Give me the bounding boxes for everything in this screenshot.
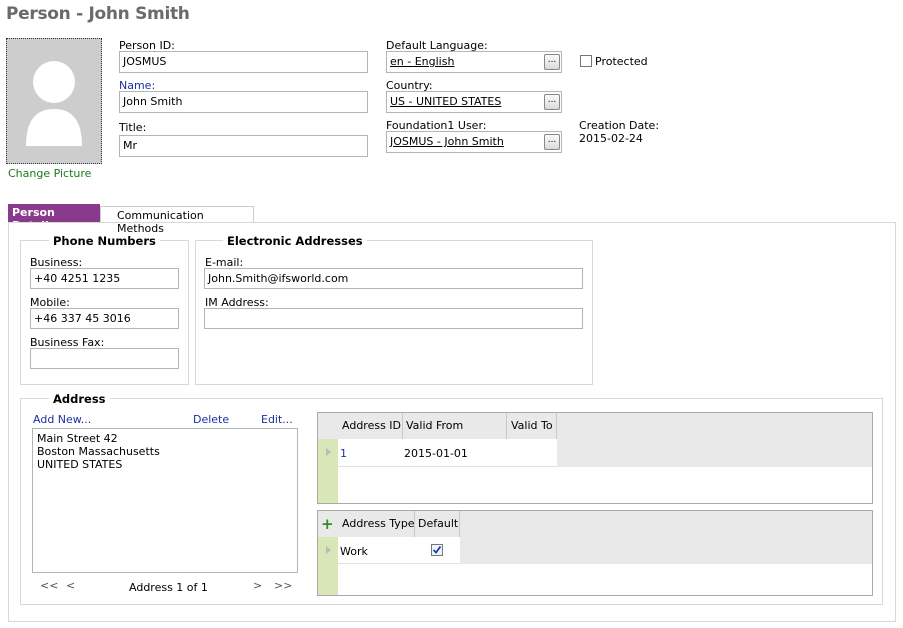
column-header-address-id[interactable]: Address ID	[342, 413, 401, 439]
default-language-lov-button[interactable]: ...	[544, 54, 560, 70]
checkmark-icon	[432, 545, 442, 554]
column-header-valid-to[interactable]: Valid To	[511, 413, 553, 439]
protected-label: Protected	[595, 55, 648, 68]
country-lov-button[interactable]: ...	[544, 94, 560, 110]
title-field[interactable]: Mr	[119, 135, 368, 157]
cell-address-type: Work	[340, 545, 368, 558]
country-field[interactable]: US - UNITED STATES ...	[386, 91, 562, 113]
business-fax-field[interactable]	[30, 348, 179, 369]
default-language-value: en - English	[390, 55, 455, 68]
country-value: US - UNITED STATES	[390, 95, 502, 108]
creation-date-label: Creation Date:	[579, 119, 660, 132]
next-address-button[interactable]: >	[253, 579, 262, 592]
column-header-valid-from[interactable]: Valid From	[406, 413, 463, 439]
add-new-address-link[interactable]: Add New...	[33, 413, 91, 426]
cell-address-id: 1	[340, 447, 347, 460]
address-type-grid[interactable]: + Address Type Default Work	[317, 510, 873, 596]
phone-numbers-title: Phone Numbers	[49, 234, 160, 248]
address-text-box[interactable]: Main Street 42 Boston Massachusetts UNIT…	[32, 428, 298, 573]
name-field[interactable]: John Smith	[119, 91, 368, 113]
column-separator	[459, 511, 460, 537]
row-marker-icon	[326, 546, 331, 554]
default-language-field[interactable]: en - English ...	[386, 51, 562, 73]
grid-empty-area	[338, 564, 872, 595]
column-header-default[interactable]: Default	[418, 511, 458, 537]
change-picture-link[interactable]: Change Picture	[8, 167, 91, 180]
protected-checkbox[interactable]	[580, 55, 592, 67]
electronic-addresses-title: Electronic Addresses	[223, 234, 367, 248]
email-field[interactable]: John.Smith@ifsworld.com	[204, 268, 583, 289]
person-picture[interactable]	[6, 38, 102, 164]
grid-empty-area	[338, 467, 872, 503]
add-row-icon[interactable]: +	[321, 509, 334, 535]
foundation-user-value: JOSMUS - John Smith	[390, 135, 504, 148]
address-counter: Address 1 of 1	[129, 581, 208, 594]
mobile-phone-field[interactable]: +46 337 45 3016	[30, 308, 179, 329]
column-separator	[414, 511, 415, 537]
address-line: UNITED STATES	[37, 458, 123, 471]
business-phone-field[interactable]: +40 4251 1235	[30, 268, 179, 289]
last-address-button[interactable]: >>	[274, 579, 292, 592]
tab-communication-methods[interactable]: Communication Methods	[100, 206, 254, 235]
foundation-user-lov-button[interactable]: ...	[544, 134, 560, 150]
creation-date-value: 2015-02-24	[579, 132, 643, 145]
column-separator	[402, 413, 403, 439]
delete-address-link[interactable]: Delete	[193, 413, 229, 426]
column-header-address-type[interactable]: Address Type	[342, 511, 415, 537]
address-validity-grid[interactable]: Address ID Valid From Valid To 1 2015-01…	[317, 412, 873, 504]
edit-address-link[interactable]: Edit...	[261, 413, 293, 426]
page-title: Person - John Smith	[6, 4, 190, 24]
tab-person-details[interactable]: Person Details	[8, 204, 100, 232]
previous-address-button[interactable]: <	[66, 579, 75, 592]
person-id-field[interactable]: JOSMUS	[119, 51, 368, 73]
default-checkbox[interactable]	[431, 544, 443, 556]
first-address-button[interactable]: <<	[40, 579, 58, 592]
address-line: Main Street 42	[37, 432, 118, 445]
address-line: Boston Massachusetts	[37, 445, 160, 458]
table-row[interactable]: 1 2015-01-01	[326, 439, 557, 467]
row-marker-icon	[326, 448, 331, 456]
column-separator	[506, 413, 507, 439]
foundation-user-field[interactable]: JOSMUS - John Smith ...	[386, 131, 562, 153]
address-title: Address	[49, 392, 110, 406]
column-separator	[556, 413, 557, 439]
table-row[interactable]: Work	[326, 537, 460, 564]
im-address-field[interactable]	[204, 308, 583, 329]
cell-valid-from: 2015-01-01	[404, 447, 468, 460]
person-silhouette-icon	[7, 39, 101, 163]
title-label: Title:	[119, 121, 147, 134]
